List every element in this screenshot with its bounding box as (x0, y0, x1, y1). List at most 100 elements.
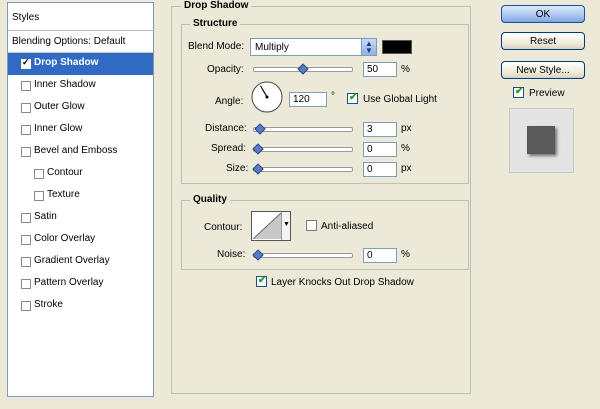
angle-value: 120 (293, 94, 310, 105)
contour-picker[interactable]: ▼ (251, 211, 291, 241)
style-item-stroke[interactable]: Stroke (8, 295, 153, 317)
distance-value: 3 (367, 124, 373, 135)
style-item-bevel-and-emboss[interactable]: Bevel and Emboss (8, 141, 153, 163)
spread-input[interactable]: 0 (363, 142, 397, 157)
blending-options-label: Blending Options: Default (12, 36, 126, 47)
angle-unit: ° (331, 91, 335, 102)
opacity-unit: % (401, 64, 410, 75)
size-unit: px (401, 163, 412, 174)
blending-options-item[interactable]: Blending Options: Default (8, 31, 153, 53)
opacity-input[interactable]: 50 (363, 62, 397, 77)
style-item-label: Satin (34, 211, 57, 222)
style-item-texture[interactable]: Texture (8, 185, 153, 207)
check-icon: ✔ (258, 275, 267, 286)
size-label: Size: (226, 163, 249, 174)
preview-thumbnail (509, 108, 574, 173)
style-item-outer-glow[interactable]: Outer Glow (8, 97, 153, 119)
spread-unit: % (401, 143, 410, 154)
distance-label: Distance: (205, 123, 247, 134)
angle-input[interactable]: 120 (289, 92, 327, 107)
style-item-drop-shadow[interactable]: ✓ Drop Shadow (8, 53, 153, 75)
blend-mode-dropdown-arrow[interactable]: ▲ ▼ (361, 39, 376, 55)
noise-label: Noise: (217, 249, 246, 260)
ok-button[interactable]: OK (501, 5, 585, 23)
style-item-label: Contour (47, 167, 83, 178)
use-global-light-label: Use Global Light (363, 94, 437, 105)
opacity-label: Opacity: (207, 64, 244, 75)
style-item-label: Inner Glow (34, 123, 83, 134)
style-item-label: Pattern Overlay (34, 277, 104, 288)
style-item-label: Texture (47, 189, 80, 200)
style-item-pattern-overlay[interactable]: Pattern Overlay (8, 273, 153, 295)
style-item-checkbox[interactable]: ✓ (21, 57, 31, 69)
noise-unit: % (401, 249, 410, 260)
blend-mode-value: Multiply (255, 42, 289, 53)
contour-dropdown-arrow[interactable]: ▼ (281, 212, 290, 240)
spread-value: 0 (367, 144, 373, 155)
style-item-inner-glow[interactable]: Inner Glow (8, 119, 153, 141)
style-item-checkbox[interactable] (21, 235, 31, 245)
check-icon: ✔ (349, 92, 358, 103)
distance-input[interactable]: 3 (363, 122, 397, 137)
structure-title: Structure (190, 18, 241, 29)
size-value: 0 (367, 164, 373, 175)
drop-shadow-panel: Drop Shadow Structure Blend Mode: Multip… (171, 0, 482, 395)
anti-aliased-label: Anti-aliased (321, 221, 374, 232)
style-item-inner-shadow[interactable]: Inner Shadow (8, 75, 153, 97)
reset-button[interactable]: Reset (501, 32, 585, 50)
spread-label: Spread: (211, 143, 247, 154)
style-item-color-overlay[interactable]: Color Overlay (8, 229, 153, 251)
use-global-light-checkbox[interactable]: ✔ (347, 92, 358, 104)
dropdown-arrows-icon-down: ▼ (365, 46, 373, 55)
style-item-label: Bevel and Emboss (34, 145, 118, 156)
styles-header-label: Styles (12, 12, 40, 23)
size-slider[interactable] (252, 163, 353, 175)
contour-label: Contour: (204, 222, 243, 233)
style-item-label: Gradient Overlay (34, 255, 110, 266)
noise-input[interactable]: 0 (363, 248, 397, 263)
style-item-checkbox[interactable] (34, 169, 44, 179)
anti-aliased-checkbox[interactable] (306, 220, 317, 231)
noise-value: 0 (367, 250, 373, 261)
ok-button-label: OK (535, 9, 551, 20)
style-item-checkbox[interactable] (21, 279, 31, 289)
style-item-contour[interactable]: Contour (8, 163, 153, 185)
style-item-checkbox[interactable] (21, 125, 31, 135)
style-item-satin[interactable]: Satin (8, 207, 153, 229)
style-item-checkbox[interactable] (21, 213, 31, 223)
angle-label: Angle: (215, 96, 244, 107)
check-icon: ✔ (515, 86, 524, 97)
chevron-down-icon: ▼ (283, 221, 290, 228)
blend-mode-label: Blend Mode: (188, 41, 245, 52)
style-item-checkbox[interactable] (21, 103, 31, 113)
style-item-checkbox[interactable] (21, 257, 31, 267)
styles-list-panel: Styles Blending Options: Default ✓ Drop S… (7, 2, 154, 397)
preview-checkbox[interactable]: ✔ (513, 86, 524, 98)
style-item-label: Stroke (34, 299, 63, 310)
layer-knocks-out-label: Layer Knocks Out Drop Shadow (271, 277, 414, 288)
new-style-button[interactable]: New Style... (501, 61, 585, 79)
drop-shadow-title: Drop Shadow (181, 0, 252, 11)
style-item-gradient-overlay[interactable]: Gradient Overlay (8, 251, 153, 273)
preview-square (527, 126, 555, 154)
styles-header[interactable]: Styles (8, 3, 153, 31)
shadow-color-swatch[interactable] (382, 40, 412, 54)
preview-label: Preview (529, 88, 565, 99)
style-item-checkbox[interactable] (21, 301, 31, 311)
new-style-button-label: New Style... (516, 65, 570, 76)
layer-knocks-out-checkbox[interactable]: ✔ (256, 275, 267, 287)
style-item-label: Outer Glow (34, 101, 85, 112)
noise-slider[interactable] (252, 249, 353, 261)
angle-dial[interactable] (250, 80, 284, 114)
quality-title: Quality (190, 194, 230, 205)
spread-slider[interactable] (252, 143, 353, 155)
style-item-checkbox[interactable] (21, 147, 31, 157)
distance-unit: px (401, 123, 412, 134)
style-item-checkbox[interactable] (21, 81, 31, 91)
opacity-value: 50 (367, 64, 379, 75)
opacity-slider[interactable] (253, 63, 353, 75)
style-item-checkbox[interactable] (34, 191, 44, 201)
size-input[interactable]: 0 (363, 162, 397, 177)
blend-mode-select[interactable]: Multiply ▲ ▼ (250, 38, 377, 56)
distance-slider[interactable] (253, 123, 353, 135)
